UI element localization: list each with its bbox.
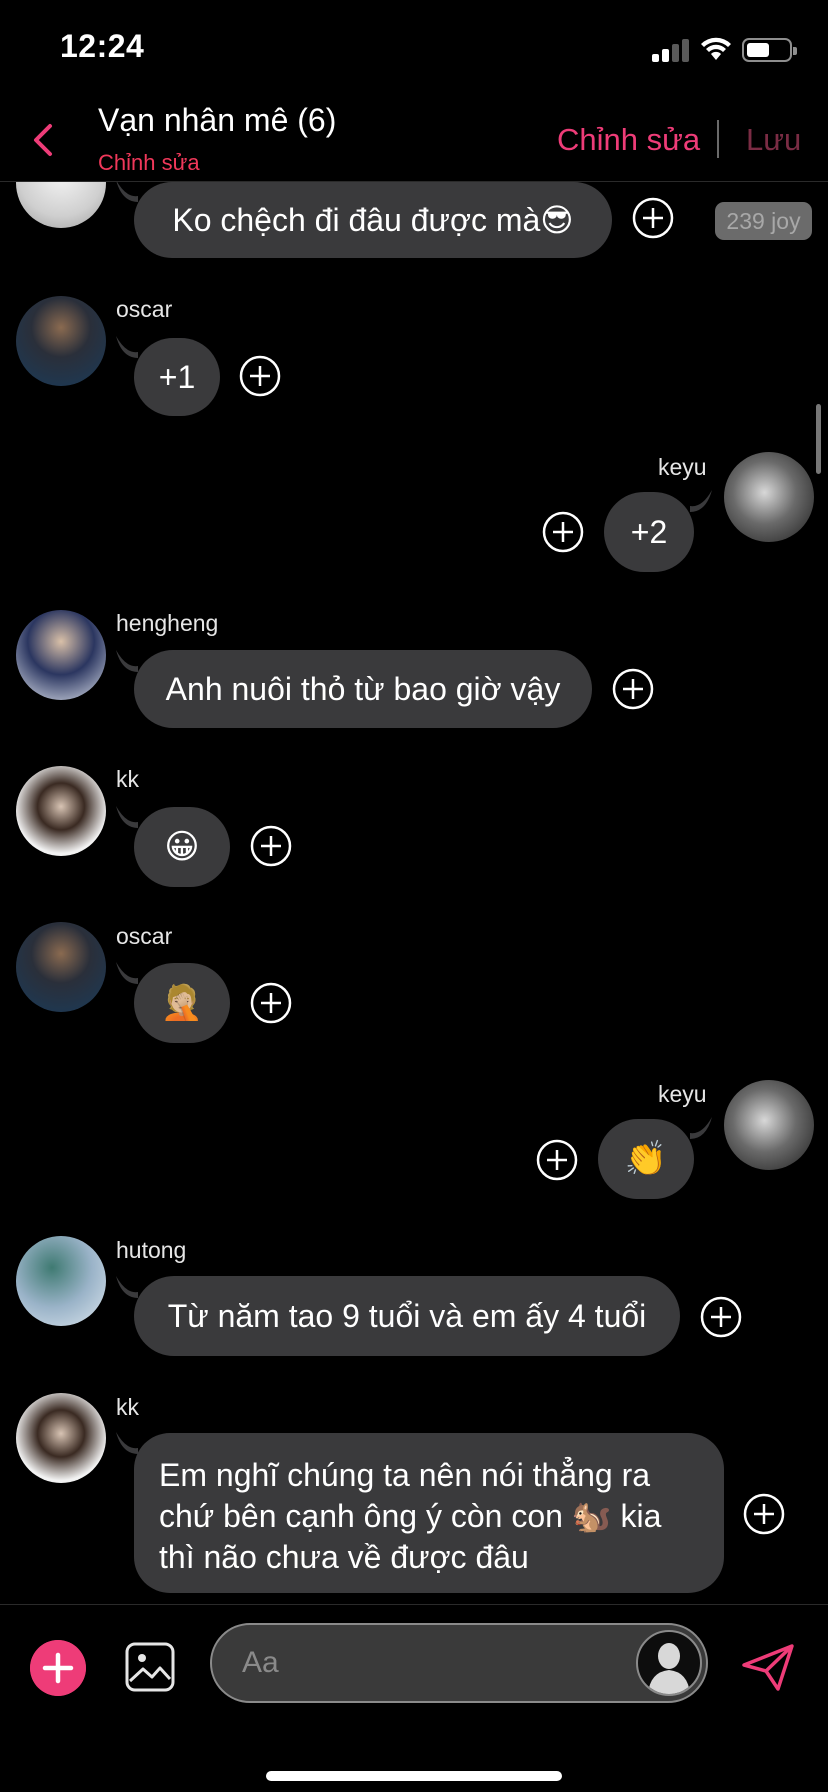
signal-icon [652, 38, 690, 62]
message-bubble[interactable]: 😀 [134, 807, 230, 887]
sender-name: oscar [116, 296, 173, 322]
bubble-tail [116, 962, 138, 984]
back-chevron-icon[interactable] [24, 118, 64, 162]
message-bubble[interactable]: Từ năm tao 9 tuổi và em ấy 4 tuổi [134, 1276, 680, 1356]
bubble-tail [116, 1276, 138, 1298]
home-indicator[interactable] [266, 1771, 562, 1781]
avatar-oscar[interactable] [16, 922, 106, 1012]
sender-name: kk [116, 766, 139, 792]
bubble-tail [116, 806, 138, 828]
edit-button[interactable]: Chỉnh sửa [557, 122, 700, 158]
avatar-keyu[interactable] [724, 1080, 814, 1170]
sender-name: oscar [116, 923, 173, 949]
message-input[interactable] [210, 1623, 708, 1703]
message-bubble[interactable]: 🤦🏼 [134, 963, 230, 1043]
sender-name: hutong [116, 1237, 187, 1263]
scroll-indicator[interactable] [816, 404, 821, 474]
sender-name: hengheng [116, 610, 219, 636]
bubble-tail [116, 336, 138, 358]
message-bubble[interactable]: Em nghĩ chúng ta nên nói thẳng ra chứ bê… [134, 1433, 724, 1593]
plus-icon[interactable] [30, 1640, 86, 1696]
bubble-tail [690, 1117, 712, 1139]
avatar-kk[interactable] [16, 1393, 106, 1483]
add-reaction-icon[interactable] [632, 197, 674, 239]
chat-subtitle[interactable]: Chỉnh sửa [98, 150, 200, 176]
message-composer [0, 1604, 828, 1792]
avatar-kk[interactable] [16, 766, 106, 856]
bubble-tail [690, 490, 712, 512]
add-reaction-icon[interactable] [536, 1139, 578, 1181]
add-reaction-icon[interactable] [250, 825, 292, 867]
joy-badge: 239 joy [715, 202, 812, 240]
add-reaction-icon[interactable] [743, 1493, 785, 1535]
add-reaction-icon[interactable] [612, 668, 654, 710]
status-time: 12:24 [60, 28, 145, 64]
battery-icon [742, 38, 797, 62]
add-reaction-icon[interactable] [542, 511, 584, 553]
chat-header: Vạn nhân mê (6) Chỉnh sửa Chỉnh sửa Lưu [0, 100, 828, 182]
add-reaction-icon[interactable] [700, 1296, 742, 1338]
save-button[interactable]: Lưu [746, 122, 801, 158]
avatar-keyu[interactable] [724, 452, 814, 542]
status-bar: 12:24 [0, 0, 828, 100]
message-bubble[interactable]: +2 [604, 492, 694, 572]
add-reaction-icon[interactable] [239, 355, 281, 397]
wifi-icon [701, 37, 731, 60]
header-divider [717, 120, 719, 158]
bubble-tail [116, 180, 138, 202]
sender-name: kk [116, 1394, 139, 1420]
message-bubble[interactable]: +1 [134, 338, 220, 416]
bubble-tail [116, 1432, 138, 1454]
avatar-hengheng[interactable] [16, 610, 106, 700]
bubble-tail [116, 650, 138, 672]
message-bubble[interactable]: Ko chệch đi đâu được mà😎 [134, 182, 612, 258]
sender-name: keyu [658, 454, 707, 480]
message-bubble[interactable]: Anh nuôi thỏ từ bao giờ vậy [134, 650, 592, 728]
avatar-hutong[interactable] [16, 1236, 106, 1326]
profile-avatar-icon[interactable] [636, 1630, 702, 1696]
sender-name: keyu [658, 1081, 707, 1107]
chat-title: Vạn nhân mê (6) [98, 102, 337, 138]
image-gallery-icon[interactable] [124, 1641, 176, 1693]
message-bubble[interactable]: 👏 [598, 1119, 694, 1199]
add-reaction-icon[interactable] [250, 982, 292, 1024]
send-icon[interactable] [740, 1643, 796, 1693]
avatar-oscar[interactable] [16, 296, 106, 386]
